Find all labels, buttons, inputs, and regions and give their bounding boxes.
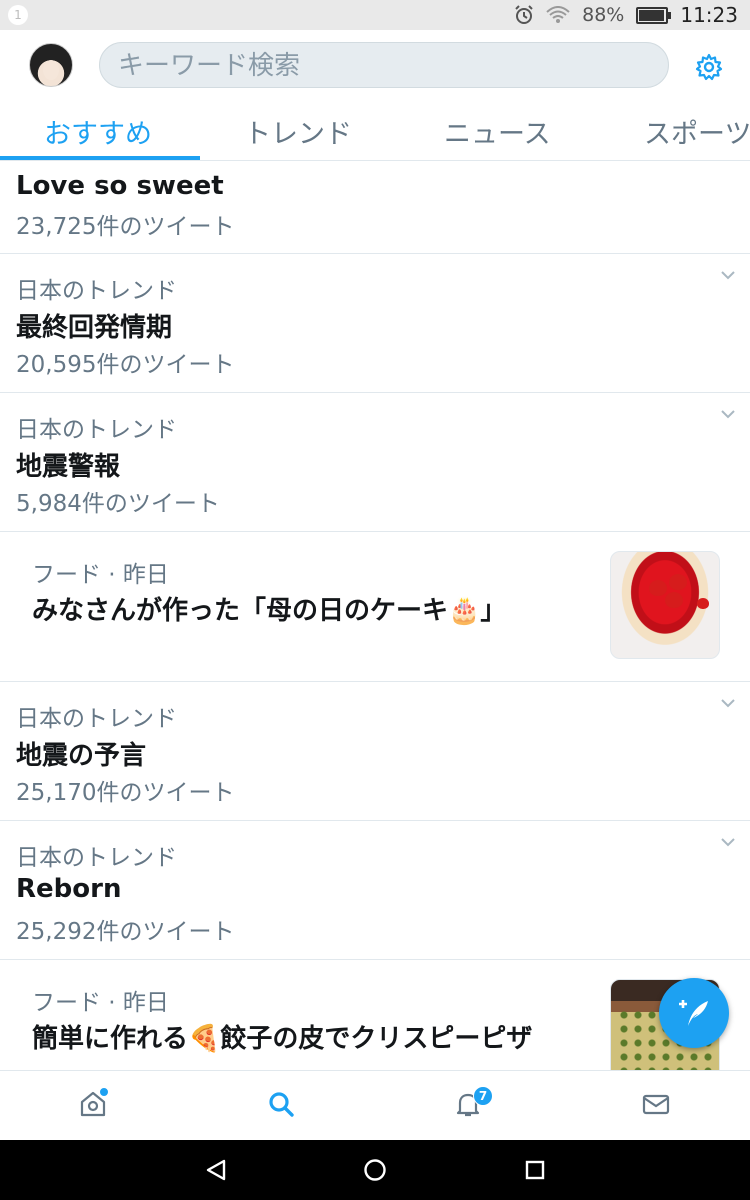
trend-item[interactable]: Love so sweet 23,725件のツイート: [0, 161, 750, 254]
trend-title: 地震の予言: [16, 741, 147, 771]
chevron-down-icon[interactable]: [720, 267, 736, 283]
trend-title: 地震警報: [16, 452, 121, 482]
avatar[interactable]: [29, 43, 73, 87]
tweet-count: 5,984件のツイート: [16, 491, 220, 517]
status-bar: 1 88% 11:23: [0, 0, 750, 30]
compose-tweet-icon: [679, 1000, 708, 1026]
tab-sports[interactable]: スポーツ: [644, 112, 750, 151]
app-header: [0, 30, 750, 100]
moment-context: フード · 昨日: [32, 562, 169, 588]
chevron-down-icon[interactable]: [720, 406, 736, 422]
moment-context: フード · 昨日: [32, 990, 169, 1016]
system-navigation-bar: [0, 1140, 750, 1200]
bottom-tab-bar: 7: [0, 1070, 750, 1141]
trend-title: 最終回発情期: [16, 313, 173, 343]
search-input[interactable]: [116, 43, 650, 89]
trend-title: Love so sweet: [16, 171, 224, 201]
alarm-icon: [515, 5, 533, 24]
notifications-badge: 7: [473, 1086, 493, 1106]
chevron-down-icon[interactable]: [720, 695, 736, 711]
trends-feed: Love so sweet 23,725件のツイート 日本のトレンド 最終回発情…: [0, 161, 750, 1070]
trend-context: 日本のトレンド: [16, 417, 177, 443]
messages-icon[interactable]: [641, 1089, 671, 1119]
compose-tweet-button[interactable]: [659, 978, 729, 1048]
tweet-count: 25,170件のツイート: [16, 780, 235, 806]
status-icons: 88% 11:23: [514, 0, 738, 30]
trend-title: Reborn: [16, 874, 122, 904]
strawberry-cake-image: [610, 551, 720, 659]
moment-title: 簡単に作れる🍕餃子の皮でクリスピーピザ: [32, 1024, 533, 1054]
moment-item[interactable]: フード · 昨日 みなさんが作った「母の日のケーキ🎂」: [0, 532, 750, 682]
recent-apps-icon[interactable]: [523, 1158, 547, 1182]
search-icon[interactable]: [266, 1089, 296, 1119]
active-tab-indicator: [0, 156, 200, 160]
battery-level: [639, 9, 664, 21]
tweet-count: 25,292件のツイート: [16, 919, 235, 945]
trend-item[interactable]: 日本のトレンド 地震の予言 25,170件のツイート: [0, 682, 750, 821]
moment-item[interactable]: フード · 昨日 簡単に作れる🍕餃子の皮でクリスピーピザ: [0, 960, 750, 1070]
back-icon[interactable]: [204, 1158, 228, 1182]
gear-icon[interactable]: [694, 52, 724, 82]
explore-tabs: おすすめ トレンド ニュース スポーツ: [0, 100, 750, 161]
trend-item[interactable]: 日本のトレンド Reborn 25,292件のツイート: [0, 821, 750, 960]
trend-context: 日本のトレンド: [16, 278, 177, 304]
tab-trends[interactable]: トレンド: [244, 112, 352, 151]
moment-title: みなさんが作った「母の日のケーキ🎂」: [32, 596, 507, 626]
notification-count-icon: 1: [8, 5, 28, 25]
chevron-down-icon[interactable]: [720, 834, 736, 850]
home-new-indicator: [99, 1087, 109, 1097]
search-bar[interactable]: [99, 42, 669, 89]
tweet-count: 20,595件のツイート: [16, 352, 235, 378]
battery-icon: [636, 6, 672, 24]
trend-context: 日本のトレンド: [16, 706, 177, 732]
clock: 11:23: [680, 3, 738, 27]
battery-percent: 88%: [582, 4, 625, 26]
home-circle-icon[interactable]: [363, 1158, 387, 1182]
tweet-count: 23,725件のツイート: [16, 214, 235, 240]
tab-news[interactable]: ニュース: [444, 112, 551, 151]
trend-item[interactable]: 日本のトレンド 地震警報 5,984件のツイート: [0, 393, 750, 532]
trend-context: 日本のトレンド: [16, 845, 177, 871]
trend-item[interactable]: 日本のトレンド 最終回発情期 20,595件のツイート: [0, 254, 750, 393]
tab-recommended[interactable]: おすすめ: [44, 112, 152, 151]
wifi-icon: [546, 6, 570, 23]
